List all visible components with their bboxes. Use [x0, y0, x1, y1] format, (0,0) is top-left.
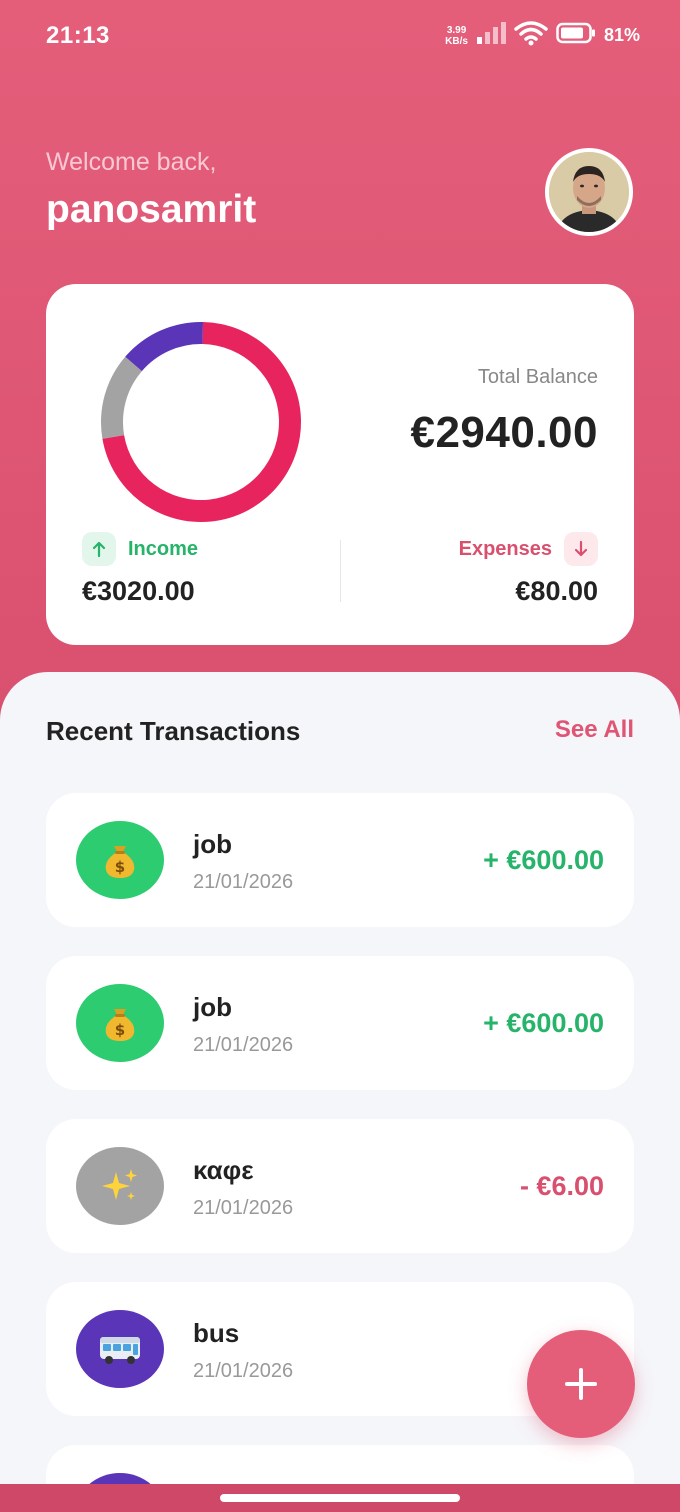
transaction-date: 21/01/2026 — [193, 1197, 294, 1219]
balance-card: Total Balance €2940.00 Income €3020.00 E… — [46, 284, 634, 645]
income-value: €3020.00 — [82, 576, 195, 606]
sparkles-icon — [76, 1147, 164, 1225]
money-bag-icon: $ — [76, 821, 164, 899]
transaction-item[interactable]: καφε 21/01/2026 - €6.00 — [46, 1119, 634, 1253]
transaction-item[interactable]: $ job 21/01/2026 + €600.00 — [46, 793, 634, 927]
donut-slice-secondary — [101, 356, 142, 439]
status-time: 21:13 — [46, 22, 110, 49]
transaction-title: καφε — [193, 1155, 254, 1185]
welcome-text: Welcome back, — [46, 148, 217, 176]
total-balance-value: €2940.00 — [410, 408, 598, 457]
card-divider — [340, 540, 341, 602]
signal-icon — [476, 21, 506, 50]
username: panosamrit — [46, 188, 257, 231]
transaction-title: job — [193, 829, 232, 859]
status-bar: 21:13 3.99 KB/s 81% — [0, 0, 680, 72]
system-nav-bar — [0, 1484, 680, 1512]
expense-arrow-icon — [564, 532, 598, 566]
svg-text:$: $ — [115, 858, 125, 876]
transaction-date: 21/01/2026 — [193, 1360, 294, 1382]
see-all-link[interactable]: See All — [555, 716, 634, 744]
status-icons: 3.99 KB/s 81% — [445, 20, 640, 51]
svg-text:$: $ — [115, 1021, 125, 1039]
app-screen: 21:13 3.99 KB/s 81% Welcome back, panosa… — [0, 0, 680, 1512]
network-speed: 3.99 KB/s — [445, 25, 468, 47]
add-transaction-button[interactable] — [527, 1330, 635, 1438]
transaction-amount: + €600.00 — [483, 845, 604, 875]
recent-transactions-title: Recent Transactions — [46, 716, 301, 746]
transaction-amount: + €600.00 — [483, 1008, 604, 1038]
transaction-date: 21/01/2026 — [193, 871, 294, 893]
battery-percent: 81% — [603, 25, 640, 45]
net-speed-value: 3.99 — [446, 24, 467, 36]
transaction-title: bus — [193, 1318, 240, 1348]
expenses-value: €80.00 — [515, 576, 598, 606]
total-balance-label: Total Balance — [477, 366, 598, 388]
donut-slice-tertiary — [125, 322, 203, 372]
transaction-title: job — [193, 992, 232, 1022]
plus-icon — [565, 1368, 597, 1400]
avatar[interactable] — [545, 148, 633, 236]
expense-donut-chart — [101, 322, 301, 522]
transaction-amount: - €6.00 — [519, 1171, 604, 1201]
expenses-label: Expenses — [458, 538, 552, 560]
net-speed-unit: KB/s — [445, 35, 468, 47]
home-indicator[interactable] — [220, 1494, 460, 1502]
money-bag-icon: $ — [76, 984, 164, 1062]
battery-icon — [556, 22, 596, 49]
income-arrow-icon — [82, 532, 116, 566]
bus-icon — [76, 1310, 164, 1388]
transaction-item[interactable]: $ job 21/01/2026 + €600.00 — [46, 956, 634, 1090]
wifi-icon — [514, 20, 548, 51]
transaction-date: 21/01/2026 — [193, 1034, 294, 1056]
income-label: Income — [128, 538, 199, 560]
